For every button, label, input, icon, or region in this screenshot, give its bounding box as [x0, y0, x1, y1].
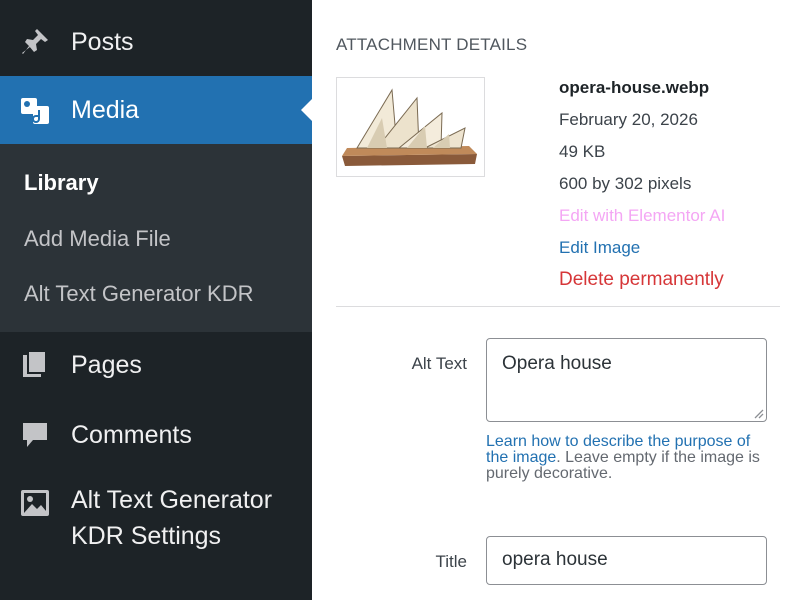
attachment-dimensions: 600 by 302 pixels [559, 174, 692, 193]
title-value: opera house [502, 549, 608, 570]
menu-item-posts[interactable]: Posts [0, 18, 312, 66]
menu-item-kdr-settings[interactable]: Alt Text Generator KDR Settings [0, 478, 312, 558]
menu-label-kdr-settings: Alt Text Generator KDR Settings [71, 482, 272, 554]
alt-text-label: Alt Text [411, 354, 467, 373]
attachment-info: opera-house.webp February 20, 2026 49 KB… [559, 72, 725, 296]
alt-text-help: Learn how to describe the purpose of the… [486, 434, 770, 482]
attachment-filename: opera-house.webp [559, 78, 710, 97]
attachment-thumbnail [336, 77, 485, 177]
pushpin-icon [18, 25, 52, 59]
title-label: Title [435, 552, 468, 571]
menu-item-comments[interactable]: Comments [0, 410, 312, 460]
attachment-details-heading: ATTACHMENT DETAILS [336, 35, 528, 54]
media-icon [18, 93, 52, 127]
submenu-item-add-media-file[interactable]: Add Media File [24, 226, 171, 252]
submenu-item-alt-text-generator[interactable]: Alt Text Generator KDR [24, 281, 253, 307]
menu-label-posts: Posts [71, 27, 134, 56]
resize-handle-icon[interactable] [752, 407, 764, 419]
alt-text-textarea[interactable]: Opera house [486, 338, 767, 422]
admin-sidebar: Posts Media Library Add Media File Alt T… [0, 0, 312, 600]
edit-with-elementor-ai-link[interactable]: Edit with Elementor AI [559, 200, 725, 232]
image-icon [18, 486, 52, 520]
menu-label-media: Media [71, 95, 140, 124]
menu-item-pages[interactable]: Pages [0, 340, 312, 390]
comment-bubble-icon [18, 418, 52, 452]
submenu-item-library[interactable]: Library [24, 170, 99, 196]
menu-label-comments: Comments [71, 420, 192, 449]
menu-label-kdr-line2: KDR Settings [71, 522, 222, 550]
menu-label-pages: Pages [71, 350, 142, 379]
section-divider [336, 306, 780, 307]
pages-icon [18, 348, 52, 382]
attachment-date: February 20, 2026 [559, 110, 698, 129]
alt-text-value: Opera house [502, 353, 612, 374]
edit-image-link[interactable]: Edit Image [559, 232, 725, 264]
attachment-details-panel: ATTACHMENT DETAILS opera-house.webp Febr… [312, 0, 800, 600]
menu-label-kdr-line1: Alt Text Generator [71, 486, 273, 514]
delete-permanently-link[interactable]: Delete permanently [559, 264, 725, 296]
media-submenu: Library Add Media File Alt Text Generato… [0, 144, 312, 332]
menu-item-media[interactable]: Media [0, 76, 312, 144]
title-input[interactable]: opera house [486, 536, 767, 585]
attachment-filesize: 49 KB [559, 142, 606, 161]
